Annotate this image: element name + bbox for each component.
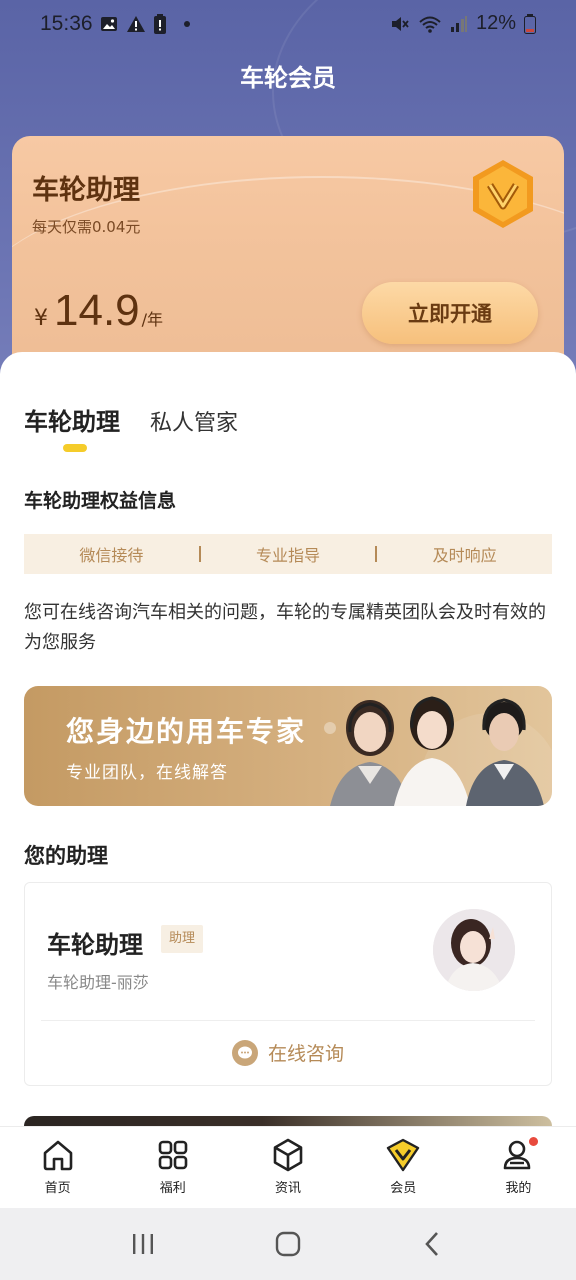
benefits-bar: 微信接待 专业指导 及时响应: [24, 534, 552, 574]
wifi-icon: [419, 16, 441, 33]
support-team-illustration: [324, 696, 552, 806]
avatar[interactable]: [433, 909, 515, 991]
assistant-section-title: 您的助理: [24, 844, 108, 868]
dot-icon: [184, 21, 190, 27]
price-value: 14.9: [54, 286, 140, 335]
bottom-tab-bar: 首页 福利 资讯 会员 我的: [0, 1126, 576, 1208]
battery-icon: [524, 13, 536, 34]
benefit-item: 微信接待: [79, 546, 144, 565]
tabbar-label: 资讯: [275, 1181, 302, 1196]
tabbar-item-vip[interactable]: 会员: [346, 1127, 461, 1208]
tabbar-item-home[interactable]: 首页: [0, 1127, 115, 1208]
page-title: 车轮会员: [240, 64, 336, 92]
banner-title: 您身边的用车专家: [66, 715, 307, 748]
benefits-title: 车轮助理权益信息: [24, 490, 177, 512]
assistant-tag: 助理: [161, 925, 204, 953]
price-currency: ¥: [34, 306, 48, 331]
card-subtitle: 每天仅需0.04元: [32, 218, 141, 236]
battery-percent: 12%: [475, 12, 516, 34]
benefits-description: 您可在线咨询汽车相关的问题，车轮的专属精英团队会及时有效的为您服务: [24, 602, 546, 653]
expert-banner[interactable]: 您身边的用车专家 专业团队，在线解答: [24, 686, 552, 806]
tab-assistant[interactable]: 车轮助理: [24, 402, 120, 437]
tab-butler[interactable]: 私人管家: [150, 405, 238, 437]
signal-icon: [450, 15, 467, 32]
benefit-item: 专业指导: [256, 546, 321, 565]
open-membership-button[interactable]: 立即开通: [362, 282, 538, 344]
divider: [41, 1020, 535, 1021]
assistant-name: 车轮助理: [47, 931, 143, 959]
consult-label: 在线咨询: [267, 1043, 344, 1065]
assistant-card: 车轮助理 助理 车轮助理-丽莎 在线咨询: [24, 882, 552, 1086]
battery-alert-icon: [154, 14, 166, 34]
vip-icon: [387, 1138, 420, 1172]
avatar-image: [433, 909, 515, 991]
chat-icon: [231, 1039, 258, 1066]
tabbar-label: 我的: [505, 1181, 532, 1196]
card-title: 车轮助理: [32, 175, 140, 206]
notification-dot: [528, 1137, 538, 1146]
tabbar-item-welfare[interactable]: 福利: [115, 1127, 230, 1208]
tab-indicator: [63, 444, 87, 452]
cube-icon: [273, 1138, 303, 1172]
online-consult-button[interactable]: 在线咨询: [25, 1039, 551, 1066]
home-button-icon[interactable]: [274, 1230, 302, 1258]
system-nav-bar: [0, 1208, 576, 1280]
image-icon: [101, 17, 117, 31]
status-time: 15:36: [40, 12, 93, 35]
warning-icon: [127, 16, 145, 32]
grid-icon: [158, 1140, 188, 1170]
vip-badge-icon: [473, 160, 533, 228]
tabbar-label: 会员: [390, 1181, 417, 1196]
home-icon: [43, 1140, 72, 1171]
tabbar-item-news[interactable]: 资讯: [230, 1127, 345, 1208]
price-unit: /年: [141, 310, 164, 329]
assistant-subtitle: 车轮助理-丽莎: [47, 973, 149, 992]
tabbar-label: 首页: [44, 1181, 71, 1196]
mute-icon: [391, 16, 409, 31]
content-sheet: 车轮助理 私人管家 车轮助理权益信息 微信接待 专业指导 及时响应 您可在线咨询…: [0, 352, 576, 1132]
benefit-item: 及时响应: [432, 546, 497, 565]
status-bar: 15:36 12%: [0, 0, 576, 50]
recent-apps-icon[interactable]: [129, 1230, 157, 1258]
tabs: 车轮助理 私人管家: [24, 402, 238, 437]
membership-card: 车轮助理 每天仅需0.04元 ¥ 14.9 /年 立即开通: [12, 136, 564, 376]
back-icon[interactable]: [419, 1230, 447, 1258]
banner-subtitle: 专业团队，在线解答: [66, 763, 228, 783]
status-notification-icons: [100, 14, 190, 34]
tabbar-label: 福利: [159, 1181, 186, 1196]
price: ¥ 14.9 /年: [34, 286, 163, 336]
status-system-icons: 12%: [390, 12, 536, 35]
tabbar-item-me[interactable]: 我的: [461, 1127, 576, 1208]
